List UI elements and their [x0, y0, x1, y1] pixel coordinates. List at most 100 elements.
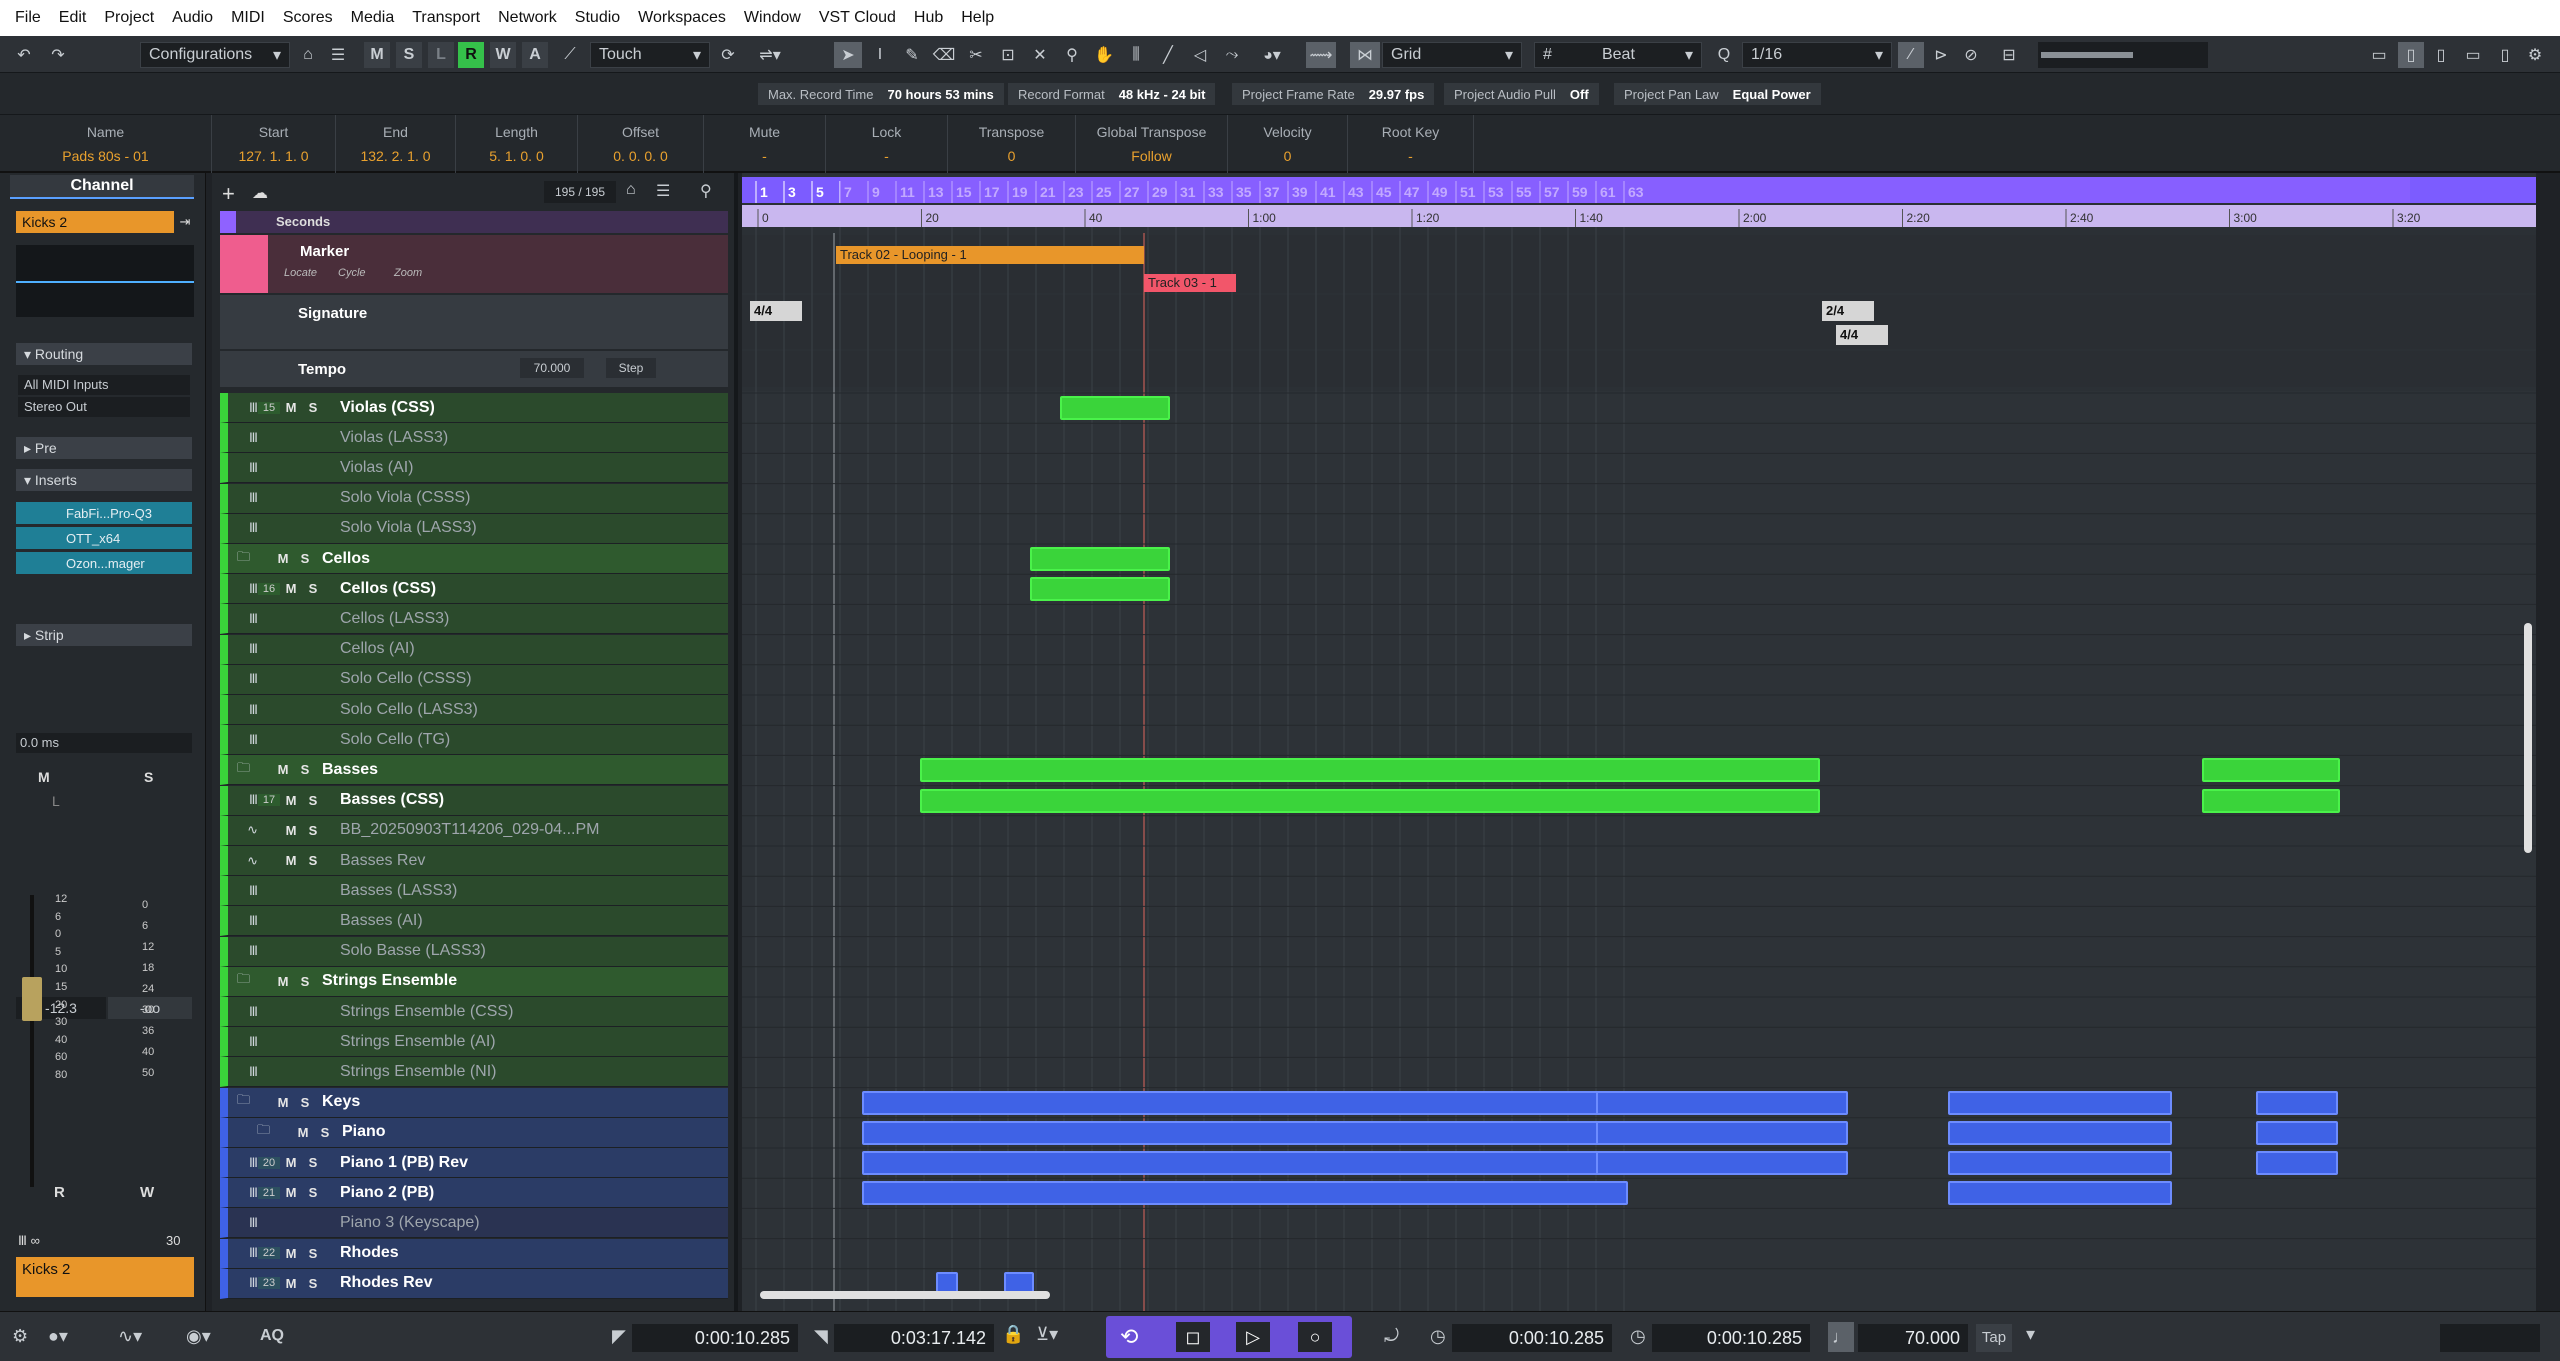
- solo-button[interactable]: S: [294, 549, 316, 569]
- menu-midi[interactable]: MIDI: [222, 9, 274, 27]
- info-mute-value[interactable]: -: [704, 148, 825, 164]
- settings-icon[interactable]: ⚙: [12, 1326, 28, 1347]
- configurations-dropdown[interactable]: Configurations ▾: [140, 42, 290, 68]
- track-name[interactable]: Strings Ensemble (NI): [340, 1063, 497, 1081]
- folder-part[interactable]: [1596, 1090, 1848, 1115]
- solo-button[interactable]: S: [302, 1243, 324, 1263]
- mute-button[interactable]: M: [280, 1183, 302, 1203]
- menu-file[interactable]: File: [6, 9, 50, 27]
- preroll-icon[interactable]: ◉▾: [186, 1326, 211, 1347]
- reset-icon[interactable]: ⊘: [1958, 42, 1984, 68]
- align-icon[interactable]: ⊟: [1996, 42, 2022, 68]
- inserts-section[interactable]: ▾ Inserts: [16, 469, 192, 491]
- comb-tool-icon[interactable]: ⫼: [1122, 42, 1150, 68]
- track-row[interactable]: Ⅲ Solo Viola (LASS3): [220, 513, 728, 544]
- midi-part[interactable]: [920, 788, 1820, 813]
- left-zone-icon-2[interactable]: ▯: [2428, 42, 2454, 68]
- info-transpose-value[interactable]: 0: [948, 148, 1075, 164]
- solo-button[interactable]: S: [294, 971, 316, 991]
- track-name[interactable]: Piano 2 (PB): [340, 1184, 434, 1202]
- punch-icon[interactable]: ⊻▾: [1036, 1324, 1058, 1345]
- track-row[interactable]: Ⅲ Cellos (AI): [220, 634, 728, 665]
- inspector-solo-button[interactable]: S: [144, 769, 168, 785]
- lock-icon[interactable]: 🔒: [1002, 1324, 1024, 1345]
- info-root-key-value[interactable]: -: [1348, 148, 1473, 164]
- folder-part[interactable]: [862, 1090, 1628, 1115]
- track-name[interactable]: Rhodes Rev: [340, 1274, 432, 1292]
- info-lock[interactable]: Lock -: [826, 115, 948, 173]
- track-row[interactable]: Ⅲ Strings Ensemble (CSS): [220, 997, 728, 1027]
- add-folder-icon[interactable]: ☁: [252, 183, 268, 203]
- folder-part[interactable]: [2256, 1120, 2338, 1145]
- info-start[interactable]: Start 127. 1. 1. 0: [212, 115, 336, 173]
- midi-part[interactable]: [1948, 1151, 2172, 1175]
- track-name[interactable]: Strings Ensemble (AI): [340, 1033, 496, 1051]
- routing-section[interactable]: ▾ Routing: [16, 343, 192, 365]
- tempo-value[interactable]: 70.000: [520, 358, 584, 378]
- folder-part[interactable]: [1948, 1120, 2172, 1145]
- track-name[interactable]: Cellos (CSS): [340, 580, 436, 598]
- quantize-apply-icon[interactable]: ⊳: [1928, 42, 1954, 68]
- info-name-value[interactable]: Pads 80s - 01: [0, 148, 211, 164]
- insert-slot-3[interactable]: Ozon...mager: [16, 552, 192, 574]
- track-row[interactable]: Ⅲ 22 M S Rhodes: [220, 1238, 728, 1269]
- tap-tempo-button[interactable]: Tap: [1976, 1324, 2012, 1352]
- tempo-track[interactable]: Tempo 70.000 Step: [220, 351, 728, 387]
- info-root-key[interactable]: Root Key -: [1348, 115, 1474, 173]
- listen-button[interactable]: L: [428, 42, 454, 68]
- menu-network[interactable]: Network: [489, 9, 566, 27]
- settings-icon[interactable]: ⚙: [2522, 42, 2548, 68]
- strip-section[interactable]: ▸ Strip: [16, 624, 192, 646]
- track-name[interactable]: Solo Basse (LASS3): [340, 942, 486, 960]
- marker-zoom[interactable]: Zoom: [394, 267, 422, 279]
- folder-part[interactable]: [1948, 1090, 2172, 1115]
- mute-button[interactable]: M: [272, 760, 294, 780]
- signature-event[interactable]: 4/4: [750, 301, 802, 321]
- track-name[interactable]: Cellos: [322, 550, 370, 568]
- track-name[interactable]: BB_20250903T114206_029-04...PM: [340, 821, 599, 839]
- add-track-icon[interactable]: +: [222, 181, 235, 207]
- track-name[interactable]: Strings Ensemble (CSS): [340, 1003, 513, 1021]
- visibility-icon[interactable]: ⌂: [626, 181, 636, 199]
- midi-part[interactable]: [1948, 1181, 2172, 1206]
- marker-event[interactable]: Track 03 - 1: [1144, 274, 1236, 292]
- solo-button[interactable]: S: [294, 1092, 316, 1112]
- midi-part[interactable]: [1060, 396, 1170, 420]
- track-name[interactable]: Basses Rev: [340, 852, 425, 870]
- mute-button[interactable]: M: [280, 579, 302, 599]
- track-name[interactable]: Piano: [342, 1123, 386, 1141]
- folder-part[interactable]: [1030, 547, 1170, 571]
- info-end-value[interactable]: 132. 2. 1. 0: [336, 148, 455, 164]
- menu-audio[interactable]: Audio: [163, 9, 222, 27]
- right-locator-icon[interactable]: ◥: [814, 1326, 828, 1347]
- track-row[interactable]: Ⅲ Basses (AI): [220, 906, 728, 937]
- menu-vst-cloud[interactable]: VST Cloud: [810, 9, 905, 27]
- info-mute[interactable]: Mute -: [704, 115, 826, 173]
- track-name[interactable]: Basses (AI): [340, 912, 423, 930]
- solo-button[interactable]: S: [302, 398, 324, 418]
- midi-part[interactable]: [2256, 1151, 2338, 1175]
- marker-cycle[interactable]: Cycle: [338, 267, 366, 279]
- primary-time-display[interactable]: 0:00:10.285: [1452, 1324, 1612, 1352]
- hand-tool-icon[interactable]: ✋: [1090, 42, 1118, 68]
- track-list-menu-icon[interactable]: ☰: [656, 181, 670, 201]
- redo-icon[interactable]: ↷: [46, 42, 70, 68]
- output-select[interactable]: Stereo Out: [18, 397, 190, 417]
- track-name[interactable]: Cellos (LASS3): [340, 610, 449, 628]
- fader-handle[interactable]: [22, 977, 42, 1021]
- cycle-button[interactable]: ⟲: [1120, 1324, 1138, 1350]
- track-name[interactable]: Solo Cello (TG): [340, 731, 450, 749]
- folder-track[interactable]: 🗀 M S Strings Ensemble: [220, 966, 728, 997]
- inspector-bottom-name[interactable]: Kicks 2: [16, 1257, 194, 1297]
- menu-studio[interactable]: Studio: [566, 9, 629, 27]
- inspector-listen-button[interactable]: L: [52, 793, 76, 809]
- menu-project[interactable]: Project: [95, 9, 163, 27]
- menu-scores[interactable]: Scores: [274, 9, 342, 27]
- menu-edit[interactable]: Edit: [50, 9, 96, 27]
- marker-event[interactable]: Track 02 - Looping - 1: [836, 246, 1144, 264]
- info-start-value[interactable]: 127. 1. 1. 0: [212, 148, 335, 164]
- mute-button[interactable]: M: [280, 790, 302, 810]
- list-icon[interactable]: ☰: [326, 42, 350, 68]
- info-transpose[interactable]: Transpose 0: [948, 115, 1076, 173]
- signature-track[interactable]: Signature: [220, 295, 728, 349]
